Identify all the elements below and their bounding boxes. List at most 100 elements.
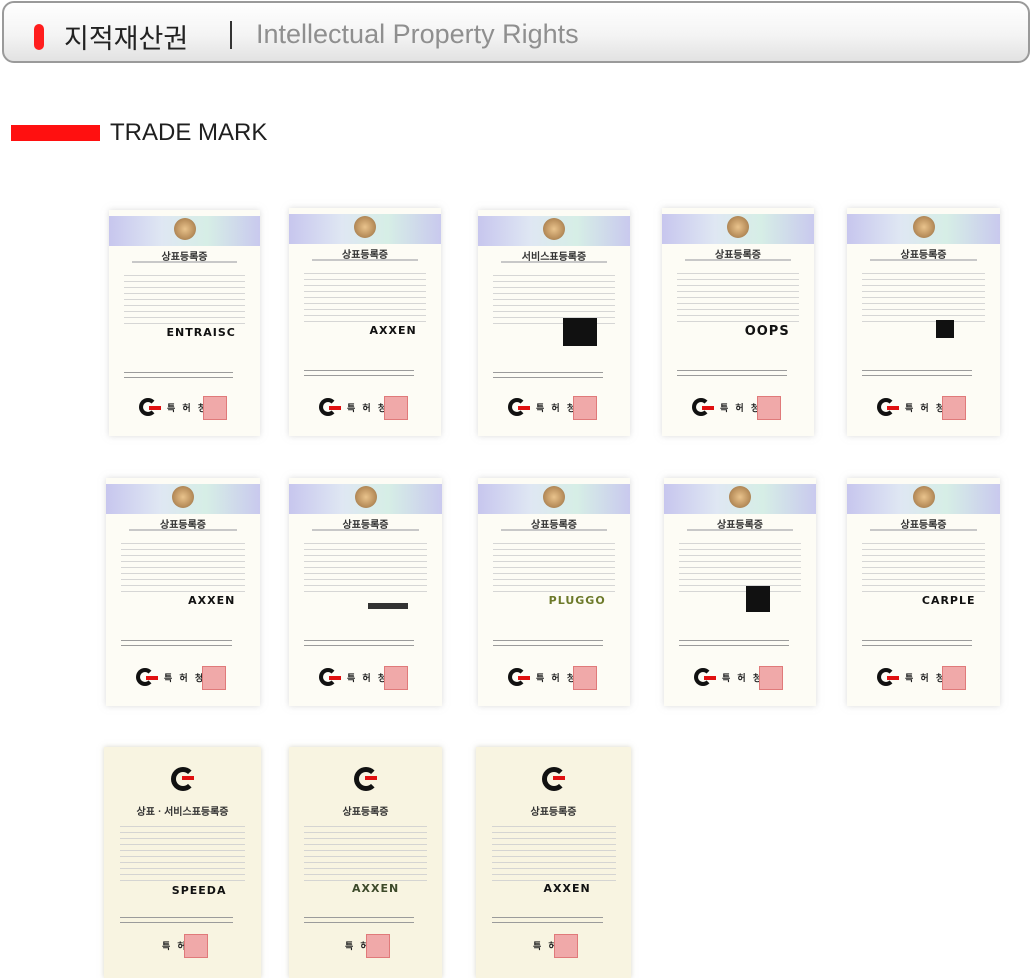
- official-seal-icon: [202, 666, 227, 690]
- header-divider: [230, 21, 232, 49]
- certificate-text-lines: [121, 538, 245, 593]
- certificate-text-lines: [862, 268, 985, 323]
- certificate-body-lines: [491, 913, 604, 927]
- issuer-label: 특 허 청: [905, 674, 947, 684]
- issuer-label: 특 허 청: [164, 674, 206, 684]
- trademark-logo-icon: [746, 586, 771, 612]
- kipo-logo-icon: [508, 668, 530, 686]
- certificate-subtitle-line: [686, 529, 794, 531]
- certificate-3[interactable]: 서비스표등록증 특 허 청: [478, 210, 630, 436]
- certificate-5[interactable]: 상표등록증 특 허 청: [847, 208, 1000, 436]
- certificate-body-lines: [862, 366, 973, 380]
- kipo-logo-icon: [170, 767, 195, 791]
- official-seal-icon: [758, 666, 783, 690]
- trademark-logo-icon: [562, 318, 597, 346]
- certificate-text-lines: [119, 821, 246, 883]
- section-accent-bar: [11, 125, 100, 141]
- certificate-text-lines: [124, 270, 245, 325]
- emblem-icon: [543, 218, 565, 240]
- certificate-2[interactable]: 상표등록증 AXXEN 특 허 청: [289, 208, 441, 436]
- issuer-label: 특 허 청: [536, 404, 578, 414]
- certificate-text-lines: [679, 538, 801, 593]
- emblem-icon: [912, 486, 935, 508]
- certificate-subtitle-line: [500, 261, 608, 263]
- official-seal-icon: [942, 396, 967, 420]
- emblem-icon: [354, 216, 376, 238]
- kipo-logo-icon: [353, 767, 378, 791]
- kipo-logo-icon: [136, 668, 158, 686]
- certificate-8[interactable]: 상표등록증 PLUGGO 특 허 청: [478, 478, 630, 706]
- certificate-subtitle-line: [129, 529, 237, 531]
- certificate-title: 상표ㆍ서비스표등록증: [136, 807, 229, 818]
- trademark-label: ENTRAISC: [166, 326, 236, 339]
- emblem-icon: [173, 218, 196, 240]
- certificate-body-lines: [119, 913, 233, 927]
- kipo-logo-icon: [541, 767, 566, 791]
- trademark-logo-icon: [936, 320, 955, 338]
- kipo-logo-icon: [139, 398, 161, 416]
- certificate-text-lines: [862, 538, 985, 593]
- certificate-10[interactable]: 상표등록증 CARPLE 특 허 청: [847, 478, 1000, 706]
- certificate-title: 상표등록증: [530, 807, 577, 818]
- issuer-label: 특 허 청: [905, 404, 947, 414]
- kipo-logo-icon: [508, 398, 530, 416]
- certificate-13[interactable]: 상표등록증 AXXEN 특 허 청: [476, 747, 631, 978]
- header-title-korean: 지적재산권: [64, 24, 189, 55]
- certificate-text-lines: [304, 268, 426, 323]
- header-accent-marker: [34, 24, 44, 50]
- emblem-icon: [172, 486, 194, 508]
- kipo-logo-icon: [692, 398, 714, 416]
- trademark-label: AXXEN: [351, 882, 400, 895]
- trademark-label: CARPLE: [921, 594, 976, 607]
- certificate-7[interactable]: 상표등록증 특 허 청: [289, 478, 442, 706]
- certificate-9[interactable]: 상표등록증 특 허 청: [664, 478, 816, 706]
- certificate-11[interactable]: 상표ㆍ서비스표등록증 SPEEDA 특 허 청: [104, 747, 261, 978]
- certificate-body-lines: [493, 368, 603, 382]
- certificate-12[interactable]: 상표등록증 AXXEN 특 허 청: [289, 747, 442, 978]
- official-seal-icon: [383, 396, 408, 420]
- kipo-logo-icon: [694, 668, 716, 686]
- certificate-6[interactable]: 상표등록증 AXXEN 특 허 청: [106, 478, 260, 706]
- kipo-logo-icon: [877, 668, 899, 686]
- issuer-label: 특 허 청: [720, 404, 762, 414]
- certificate-body-lines: [121, 636, 233, 650]
- issuer-label: 특 허 청: [536, 674, 578, 684]
- page-header: 지적재산권 Intellectual Property Rights: [2, 1, 1030, 63]
- emblem-icon: [543, 486, 565, 508]
- certificate-text-lines: [491, 821, 616, 883]
- kipo-logo-icon: [319, 398, 341, 416]
- trademark-label: AXXEN: [188, 594, 236, 607]
- certificate-body-lines: [677, 366, 787, 380]
- official-seal-icon: [572, 666, 597, 690]
- trademark-label: AXXEN: [543, 882, 591, 895]
- certificate-body-lines: [679, 636, 789, 650]
- kipo-logo-icon: [319, 668, 341, 686]
- certificate-4[interactable]: 상표등록증 OOPS 특 허 청: [662, 208, 814, 436]
- trademark-label: AXXEN: [369, 324, 417, 337]
- emblem-icon: [727, 216, 749, 238]
- certificate-body-lines: [304, 366, 414, 380]
- official-seal-icon: [554, 934, 579, 958]
- official-seal-icon: [384, 666, 409, 690]
- header-title-english: Intellectual Property Rights: [256, 19, 579, 49]
- issuer-label: 특 허 청: [347, 674, 389, 684]
- issuer-label: 특 허 청: [722, 674, 764, 684]
- trademark-logo-icon: [368, 603, 409, 609]
- official-seal-icon: [202, 396, 227, 420]
- certificate-text-lines: [304, 821, 427, 883]
- certificate-text-lines: [493, 538, 615, 593]
- emblem-icon: [354, 486, 377, 508]
- issuer-label: 특 허 청: [347, 404, 389, 414]
- certificate-title: 상표등록증: [342, 807, 389, 818]
- official-seal-icon: [756, 396, 781, 420]
- certificate-subtitle-line: [869, 529, 978, 531]
- certificate-body-lines: [124, 368, 233, 382]
- certificate-1[interactable]: 상표등록증 ENTRAISC 특 허 청: [109, 210, 260, 436]
- certificate-body-lines: [493, 636, 603, 650]
- official-seal-icon: [365, 934, 390, 958]
- trademark-label: OOPS: [744, 324, 790, 339]
- trademark-label: PLUGGO: [548, 594, 606, 607]
- kipo-logo-icon: [877, 398, 899, 416]
- certificate-subtitle-line: [684, 259, 792, 261]
- issuer-label: 특 허 청: [161, 942, 204, 952]
